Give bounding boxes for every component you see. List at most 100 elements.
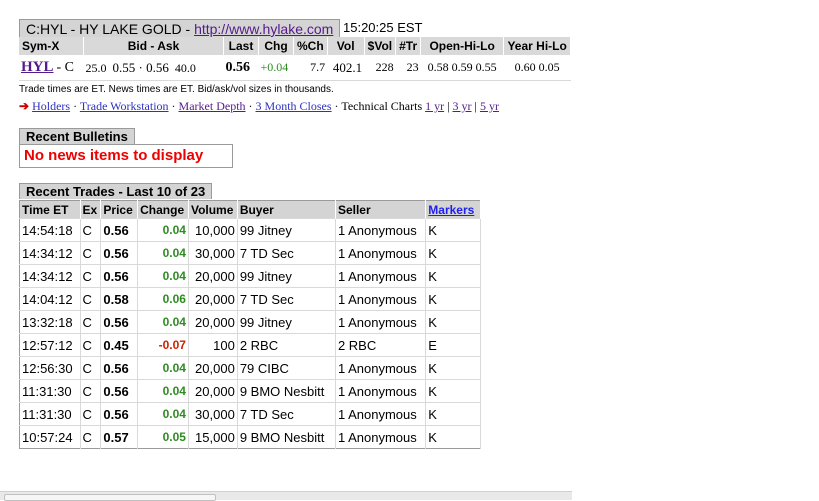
trade-row: 14:54:18 C 0.56 0.04 10,000 99 Jitney 1 Anonym… (19, 218, 481, 242)
company-website-link[interactable]: http://www.hylake.com (194, 21, 333, 37)
three-month-closes-link[interactable]: 3 Month Closes (256, 99, 332, 113)
trade-exchange: C (80, 287, 102, 311)
trade-row: 14:04:12 C 0.58 0.06 20,000 7 TD Sec 1 Anonymo… (19, 287, 481, 311)
trade-marker: K (425, 425, 481, 449)
trade-exchange: C (80, 333, 102, 357)
quote-title: C:HYL - HY LAKE GOLD - (26, 21, 195, 37)
trade-volume: 20,000 (188, 287, 238, 311)
trade-volume: 30,000 (188, 402, 238, 426)
open-price: 0.58 (427, 60, 449, 74)
trade-volume: 30,000 (188, 241, 238, 265)
trade-price: 0.56 (100, 310, 139, 334)
timezone-note: Trade times are ET. News times are ET. B… (19, 84, 334, 95)
quote-header-dollarvol: $Vol (364, 37, 397, 55)
quote-header-trades: #Tr (395, 37, 422, 55)
scrollbar-thumb[interactable] (4, 494, 216, 501)
trade-seller: 1 Anonymous (335, 264, 427, 288)
symbol-link[interactable]: HYL (21, 59, 54, 75)
trade-change: 0.05 (137, 425, 189, 449)
trade-marker: K (425, 310, 481, 334)
trade-price: 0.56 (100, 218, 139, 242)
trade-volume: 20,000 (188, 379, 238, 403)
trade-time: 12:56:30 (19, 356, 81, 380)
trade-row: 12:57:12 C 0.45 -0.07 100 2 RBC 2 RBC E (19, 333, 481, 357)
trade-change: 0.04 (137, 218, 189, 242)
recent-bulletins-title: Recent Bulletins (19, 128, 135, 144)
trade-volume: 20,000 (188, 310, 238, 334)
trade-time: 13:32:18 (19, 310, 81, 334)
trade-change: 0.06 (137, 287, 189, 311)
trade-buyer: 99 Jitney (237, 218, 336, 242)
trades-header-ex: Ex (80, 200, 102, 219)
trade-price: 0.56 (100, 379, 139, 403)
trade-time: 14:04:12 (19, 287, 81, 311)
dollar-volume: 228 (364, 55, 396, 81)
last-price: 0.56 (223, 55, 259, 81)
trade-exchange: C (80, 241, 102, 265)
trade-seller: 2 RBC (335, 333, 427, 357)
trades-body: 14:54:18 C 0.56 0.04 10,000 99 Jitney 1 Anonym… (19, 218, 481, 449)
trade-time: 14:34:12 (19, 241, 81, 265)
trade-buyer: 99 Jitney (237, 264, 336, 288)
year-hi-lo: 0.60 0.05 (503, 55, 571, 81)
trade-volume: 15,000 (188, 425, 238, 449)
trade-price: 0.57 (100, 425, 139, 449)
trade-change: 0.04 (137, 379, 189, 403)
trade-exchange: C (80, 379, 102, 403)
quote-header-symx: Sym-X (19, 37, 84, 55)
ask-size: 40.0 (174, 60, 196, 75)
arrow-right-icon: ➔ (19, 99, 30, 113)
trade-change: 0.04 (137, 264, 189, 288)
quote-header-yearhilo: Year Hi-Lo (503, 37, 572, 55)
trade-volume: 20,000 (188, 356, 238, 380)
trade-workstation-link[interactable]: Trade Workstation (80, 99, 169, 113)
trade-row: 12:56:30 C 0.56 0.04 20,000 79 CIBC 1 Anonymou… (19, 356, 481, 380)
trade-buyer: 7 TD Sec (237, 241, 336, 265)
trades-header-time: Time ET (19, 200, 81, 219)
trades-header-price: Price (100, 200, 139, 219)
trade-exchange: C (80, 402, 102, 426)
trade-buyer: 99 Jitney (237, 310, 336, 334)
trade-seller: 1 Anonymous (335, 402, 427, 426)
trade-seller: 1 Anonymous (335, 310, 427, 334)
trade-change: 0.04 (137, 356, 189, 380)
high-price: 0.59 (451, 60, 473, 74)
trades-header-change: Change (137, 200, 189, 219)
trade-seller: 1 Anonymous (335, 425, 427, 449)
holders-link[interactable]: Holders (32, 99, 70, 113)
trade-count: 23 (395, 55, 421, 81)
trade-row: 10:57:24 C 0.57 0.05 15,000 9 BMO Nesbitt 1 An… (19, 425, 481, 449)
recent-trades-title: Recent Trades - Last 10 of 23 (19, 183, 213, 199)
trade-time: 11:31:30 (19, 379, 81, 403)
trade-price: 0.56 (100, 402, 139, 426)
trade-row: 13:32:18 C 0.56 0.04 20,000 99 Jitney 1 Anonym… (19, 310, 481, 334)
trade-marker: K (425, 264, 481, 288)
trade-buyer: 9 BMO Nesbitt (237, 379, 336, 403)
trade-row: 14:34:12 C 0.56 0.04 30,000 7 TD Sec 1 Anonymo… (19, 241, 481, 265)
quote-header-vol: Vol (327, 37, 365, 55)
trade-volume: 100 (188, 333, 238, 357)
quote-data-row: HYL - C 25.0 0.55 · 0.56 40.0 0.56 +0.04… (19, 55, 571, 81)
trade-buyer: 79 CIBC (237, 356, 336, 380)
trade-price: 0.45 (100, 333, 139, 357)
trade-price: 0.56 (100, 264, 139, 288)
trade-change: 0.04 (137, 310, 189, 334)
trade-change: -0.07 (137, 333, 189, 357)
quote-table: Sym-X Bid - Ask Last Chg %Ch Vol $Vol #T… (19, 37, 572, 81)
market-depth-link[interactable]: Market Depth (179, 99, 246, 113)
chart-1yr-link[interactable]: 1 yr (425, 99, 444, 113)
chart-5yr-link[interactable]: 5 yr (480, 99, 499, 113)
trade-seller: 1 Anonymous (335, 356, 427, 380)
price-change: +0.04 (258, 55, 294, 81)
trade-price: 0.56 (100, 356, 139, 380)
trade-time: 11:31:30 (19, 402, 81, 426)
trade-buyer: 9 BMO Nesbitt (237, 425, 336, 449)
markers-link[interactable]: Markers (428, 203, 474, 217)
year-low: 0.05 (538, 60, 560, 74)
chart-3yr-link[interactable]: 3 yr (453, 99, 472, 113)
trade-marker: K (425, 356, 481, 380)
quote-header-chg: Chg (258, 37, 294, 55)
trades-header-volume: Volume (188, 200, 238, 219)
trade-time: 14:54:18 (19, 218, 81, 242)
trade-marker: E (425, 333, 481, 357)
